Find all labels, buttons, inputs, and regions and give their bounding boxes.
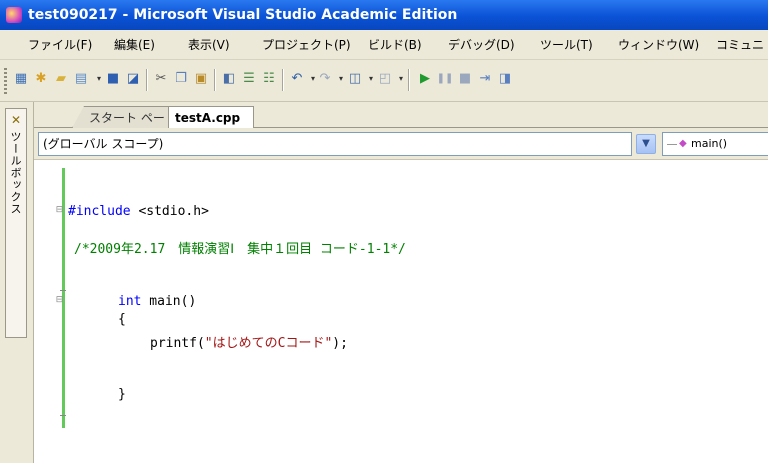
navigation-bar: (グローバル スコープ) ▼ ◆ main(): [34, 128, 768, 160]
toolbar-separator: [146, 69, 147, 91]
menu-bar: ファイル(F) 編集(E) 表示(V) プロジェクト(P) ビルド(B) デバッ…: [0, 30, 768, 60]
toolbox-panel: ✕ ツールボックス: [0, 102, 34, 463]
printf-end: );: [332, 336, 348, 351]
toolbar-separator: [282, 69, 283, 91]
code-line-main: int main(): [118, 294, 196, 309]
uncomment-icon[interactable]: ☷: [260, 70, 278, 88]
tab-start-page[interactable]: スタート ページ: [72, 106, 170, 128]
window-icon[interactable]: ◨: [496, 70, 514, 88]
tab-testa-cpp-label: testA.cpp: [175, 111, 241, 125]
toolbar-grip[interactable]: [4, 68, 7, 94]
chevron-down-icon[interactable]: ▼: [636, 134, 656, 154]
member-connector: [667, 144, 677, 145]
toolbox-tab[interactable]: ✕ ツールボックス: [5, 108, 27, 338]
include-target: <stdio.h>: [130, 204, 209, 219]
code-line-include: #include <stdio.h>: [68, 204, 209, 219]
code-line-printf: printf("はじめてのCコード");: [150, 332, 348, 351]
find-icon[interactable]: ◧: [220, 70, 238, 88]
collapse-icon[interactable]: ⊟: [55, 296, 64, 305]
open-file-icon[interactable]: ▰: [52, 70, 70, 88]
paste-icon[interactable]: ▣: [192, 70, 210, 88]
menu-project[interactable]: プロジェクト(P): [262, 30, 351, 60]
menu-file[interactable]: ファイル(F): [28, 30, 92, 60]
toolbar-separator: [408, 69, 409, 91]
menu-debug[interactable]: デバッグ(D): [448, 30, 515, 60]
stop-icon[interactable]: ■: [456, 70, 474, 88]
include-keyword: #include: [68, 204, 131, 219]
title-bar[interactable]: test090217 - Microsoft Visual Studio Aca…: [0, 0, 768, 30]
window-title: test090217 - Microsoft Visual Studio Aca…: [28, 7, 458, 23]
toolbox-label: ツールボックス: [9, 131, 22, 215]
menu-edit[interactable]: 編集(E): [114, 30, 155, 60]
new-project-icon[interactable]: ▦: [12, 70, 30, 88]
member-dropdown[interactable]: ◆ main(): [662, 132, 768, 156]
menu-build[interactable]: ビルド(B): [368, 30, 422, 60]
collapse-icon[interactable]: ⊟: [55, 206, 64, 215]
menu-community[interactable]: コミュニ: [716, 30, 764, 60]
code-line-open-brace: {: [118, 312, 126, 327]
cut-icon[interactable]: ✂: [152, 70, 170, 88]
toolbox-icon: ✕: [10, 113, 22, 127]
document-tabs: スタート ページ testA.cpp: [34, 102, 768, 129]
code-editor[interactable]: ⊟ ⊟ #include <stdio.h> /*2009年2.17 情報演習Ⅰ…: [34, 160, 768, 463]
fold-marker: [60, 290, 66, 291]
standard-toolbar: ▦ ✱ ▰ ▤ ▾ ■ ◪ ✂ ❐ ▣ ◧ ☰ ☷ ↶ ▾ ↷ ▾ ◫ ▾ ◰ …: [0, 60, 768, 102]
code-line-close-brace: }: [118, 387, 126, 402]
add-item-icon[interactable]: ✱: [32, 70, 50, 88]
method-icon: ◆: [679, 138, 687, 149]
menu-tools[interactable]: ツール(T): [540, 30, 593, 60]
member-value: main(): [691, 137, 728, 150]
visual-studio-icon: [6, 7, 22, 23]
copy-icon[interactable]: ❐: [172, 70, 190, 88]
step-icon[interactable]: ⇥: [476, 70, 494, 88]
menu-view[interactable]: 表示(V): [188, 30, 230, 60]
printf-string: "はじめてのCコード": [204, 336, 333, 351]
save-icon[interactable]: ■: [104, 70, 122, 88]
toolbar-separator: [214, 69, 215, 91]
save-all-icon[interactable]: ◪: [124, 70, 142, 88]
tab-testa-cpp[interactable]: testA.cpp: [168, 106, 254, 129]
scope-value: (グローバル スコープ): [43, 137, 164, 151]
scope-dropdown[interactable]: (グローバル スコープ): [38, 132, 632, 156]
fold-marker: [60, 415, 66, 416]
pause-icon[interactable]: ❚❚: [436, 70, 454, 88]
start-debug-icon[interactable]: ▶: [416, 70, 434, 88]
code-line-comment: /*2009年2.17 情報演習Ⅰ 集中１回目 コード-1-1*/: [74, 242, 406, 257]
comment-icon[interactable]: ☰: [240, 70, 258, 88]
printf-call: printf(: [150, 336, 205, 351]
int-keyword: int: [118, 294, 142, 309]
solution-explorer-icon[interactable]: ▤: [72, 70, 90, 88]
menu-window[interactable]: ウィンドウ(W): [618, 30, 699, 60]
main-signature: main(): [141, 294, 197, 309]
